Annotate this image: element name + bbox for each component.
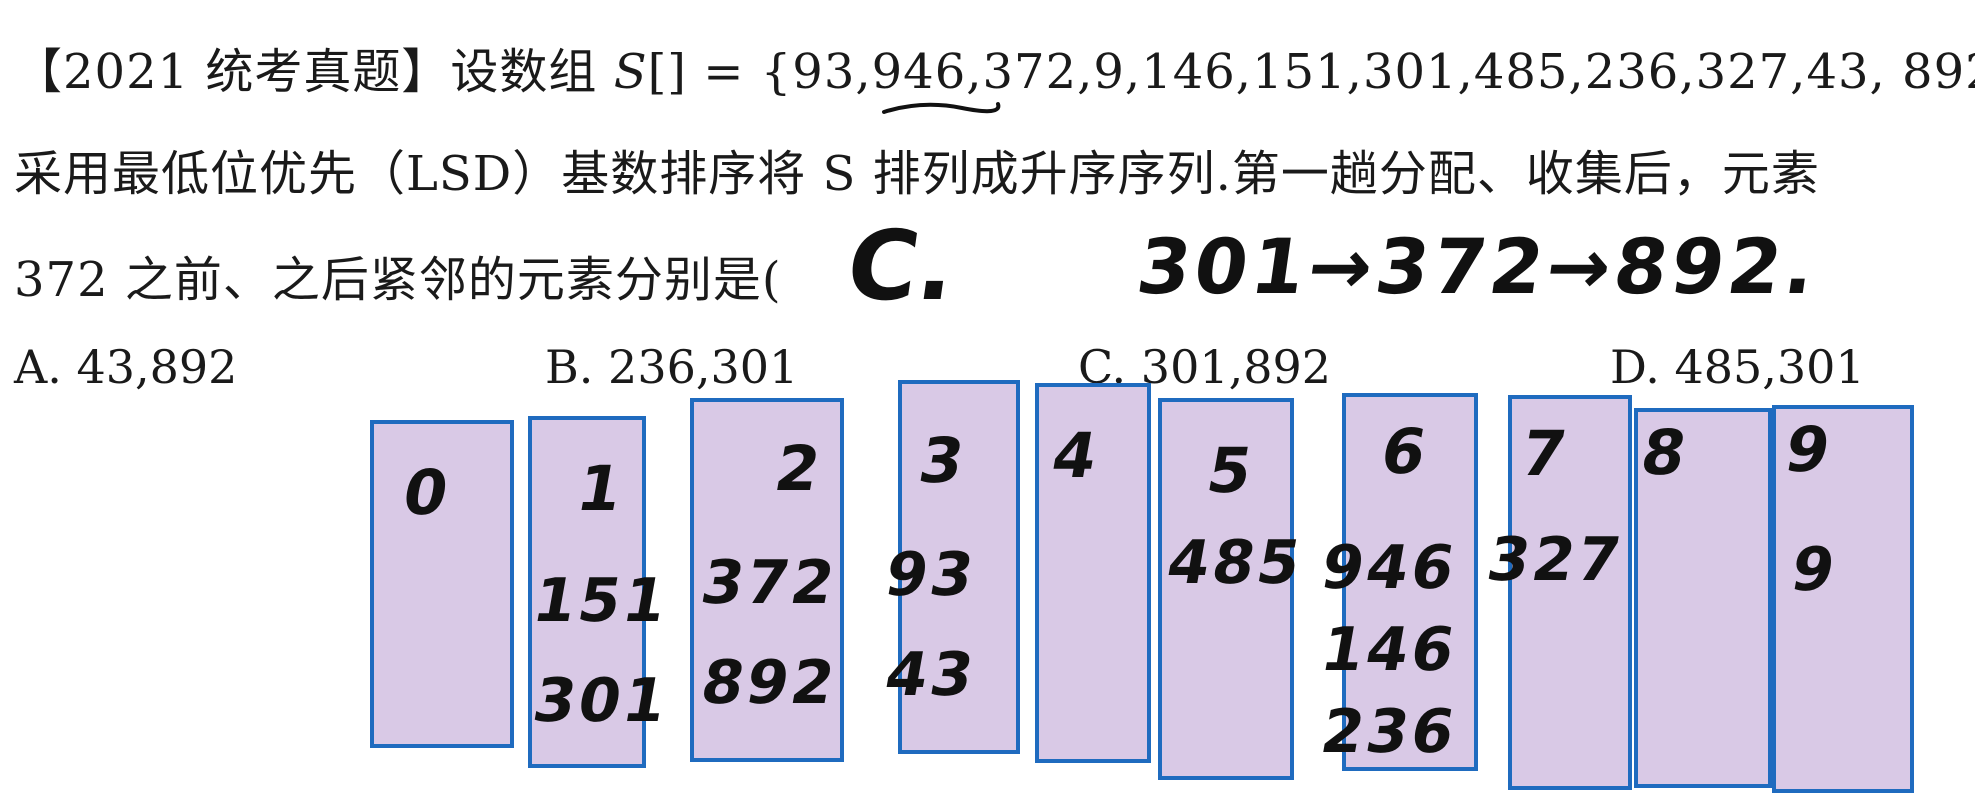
handwritten-underline	[882, 102, 1001, 114]
option-a: A. 43,892	[14, 340, 238, 394]
bucket-item: 301	[527, 666, 675, 736]
bucket-item: 892	[695, 648, 843, 718]
option-b: B. 236,301	[545, 340, 799, 394]
bucket-item: 43	[879, 640, 982, 710]
bucket-item: 236	[1315, 697, 1463, 767]
handwritten-answer-letter: C.	[840, 210, 963, 322]
array-values: [] = {93,946,372,9,146,151,301,485,236,3…	[647, 44, 1975, 100]
handwritten-answer-chain: 301→372→892.	[1131, 222, 1825, 311]
bucket-item: 372	[695, 548, 843, 618]
bucket-item: 93	[879, 540, 982, 610]
bucket-item: 327	[1481, 525, 1629, 595]
bucket-item: 146	[1315, 615, 1463, 685]
bucket-item: 151	[527, 566, 675, 636]
question-line-1: 【2021 统考真题】设数组 S[] = {93,946,372,9,146,1…	[14, 32, 1975, 102]
array-variable: S	[613, 44, 648, 100]
option-d: D. 485,301	[1610, 340, 1865, 394]
bucket-item: 485	[1161, 528, 1309, 598]
question-line-3: 372 之前、之后紧邻的元素分别是(	[14, 252, 782, 308]
question-prefix: 【2021 统考真题】设数组	[14, 44, 614, 100]
bucket-item: 946	[1315, 533, 1463, 603]
question-line-2: 采用最低位优先（LSD）基数排序将 S 排列成升序序列.第一趟分配、收集后，元素	[14, 146, 1820, 202]
